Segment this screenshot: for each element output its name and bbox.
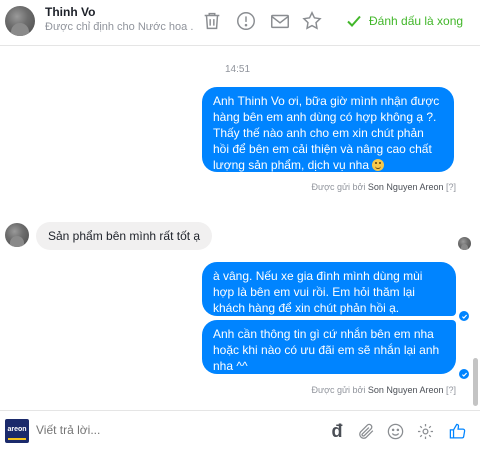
delivered-check-icon [459, 311, 469, 321]
smile-emoji-icon [372, 159, 385, 171]
contact-avatar-small[interactable] [5, 223, 29, 247]
message-text: à vâng. Nếu xe gia đình mình dùng mùi hợ… [213, 269, 423, 315]
checkmark-icon [347, 15, 361, 27]
star-icon[interactable] [300, 9, 324, 33]
assignment-label[interactable]: Được chỉ định cho Nước hoa ... [45, 21, 193, 33]
mail-icon[interactable] [268, 9, 292, 33]
incoming-message[interactable]: Sản phẩm bên mình rất tốt ạ [36, 222, 213, 250]
delivered-check-icon [459, 369, 469, 379]
page-logo: areon [5, 419, 29, 443]
message-text: Anh Thinh Vo ơi, bữa giờ mình nhận được … [213, 94, 440, 172]
message-thread[interactable]: 14:51 Anh Thinh Vo ơi, bữa giờ mình nhận… [0, 47, 480, 410]
outgoing-message[interactable]: Anh cần thông tin gì cứ nhắn bên em nha … [202, 320, 456, 374]
attach-icon[interactable] [355, 420, 377, 442]
mark-done-label: Đánh dấu là xong [369, 14, 464, 28]
thread-scrollbar[interactable] [473, 358, 478, 406]
outgoing-message[interactable]: Anh Thinh Vo ơi, bữa giờ mình nhận được … [202, 87, 454, 172]
message-timestamp: 14:51 [225, 64, 251, 75]
message-text: Anh cần thông tin gì cứ nhắn bên em nha … [213, 327, 440, 373]
currency-icon[interactable]: đ [326, 420, 348, 442]
help-link[interactable]: [?] [443, 385, 456, 395]
conversation-header: Thinh Vo Được chỉ định cho Nước hoa ... … [0, 0, 480, 46]
like-icon[interactable] [446, 420, 468, 442]
reply-input[interactable] [36, 423, 316, 437]
settings-icon[interactable] [414, 420, 436, 442]
seen-indicator-avatar [458, 237, 471, 250]
page-logo-text: areon [7, 426, 27, 433]
sender-name[interactable]: Son Nguyen Areon [368, 182, 444, 192]
sent-by-prefix: Được gửi bởi [311, 385, 368, 395]
contact-avatar[interactable] [5, 6, 35, 36]
mark-done-button[interactable]: Đánh dấu là xong [346, 10, 463, 32]
sent-by-label: Được gửi bởi Son Nguyen Areon [?] [312, 385, 456, 395]
contact-name[interactable]: Thinh Vo [45, 5, 95, 19]
message-text: Sản phẩm bên mình rất tốt ạ [48, 229, 201, 243]
help-link[interactable]: [?] [443, 182, 456, 192]
currency-symbol: đ [331, 420, 343, 441]
sender-name[interactable]: Son Nguyen Areon [368, 385, 444, 395]
reply-composer: areon đ [0, 410, 480, 466]
trash-icon[interactable] [200, 9, 224, 33]
sent-by-label: Được gửi bởi Son Nguyen Areon [?] [312, 182, 456, 192]
outgoing-message[interactable]: à vâng. Nếu xe gia đình mình dùng mùi hợ… [202, 262, 456, 316]
sent-by-prefix: Được gửi bởi [311, 182, 368, 192]
emoji-icon[interactable] [384, 420, 406, 442]
alert-icon[interactable] [234, 9, 258, 33]
